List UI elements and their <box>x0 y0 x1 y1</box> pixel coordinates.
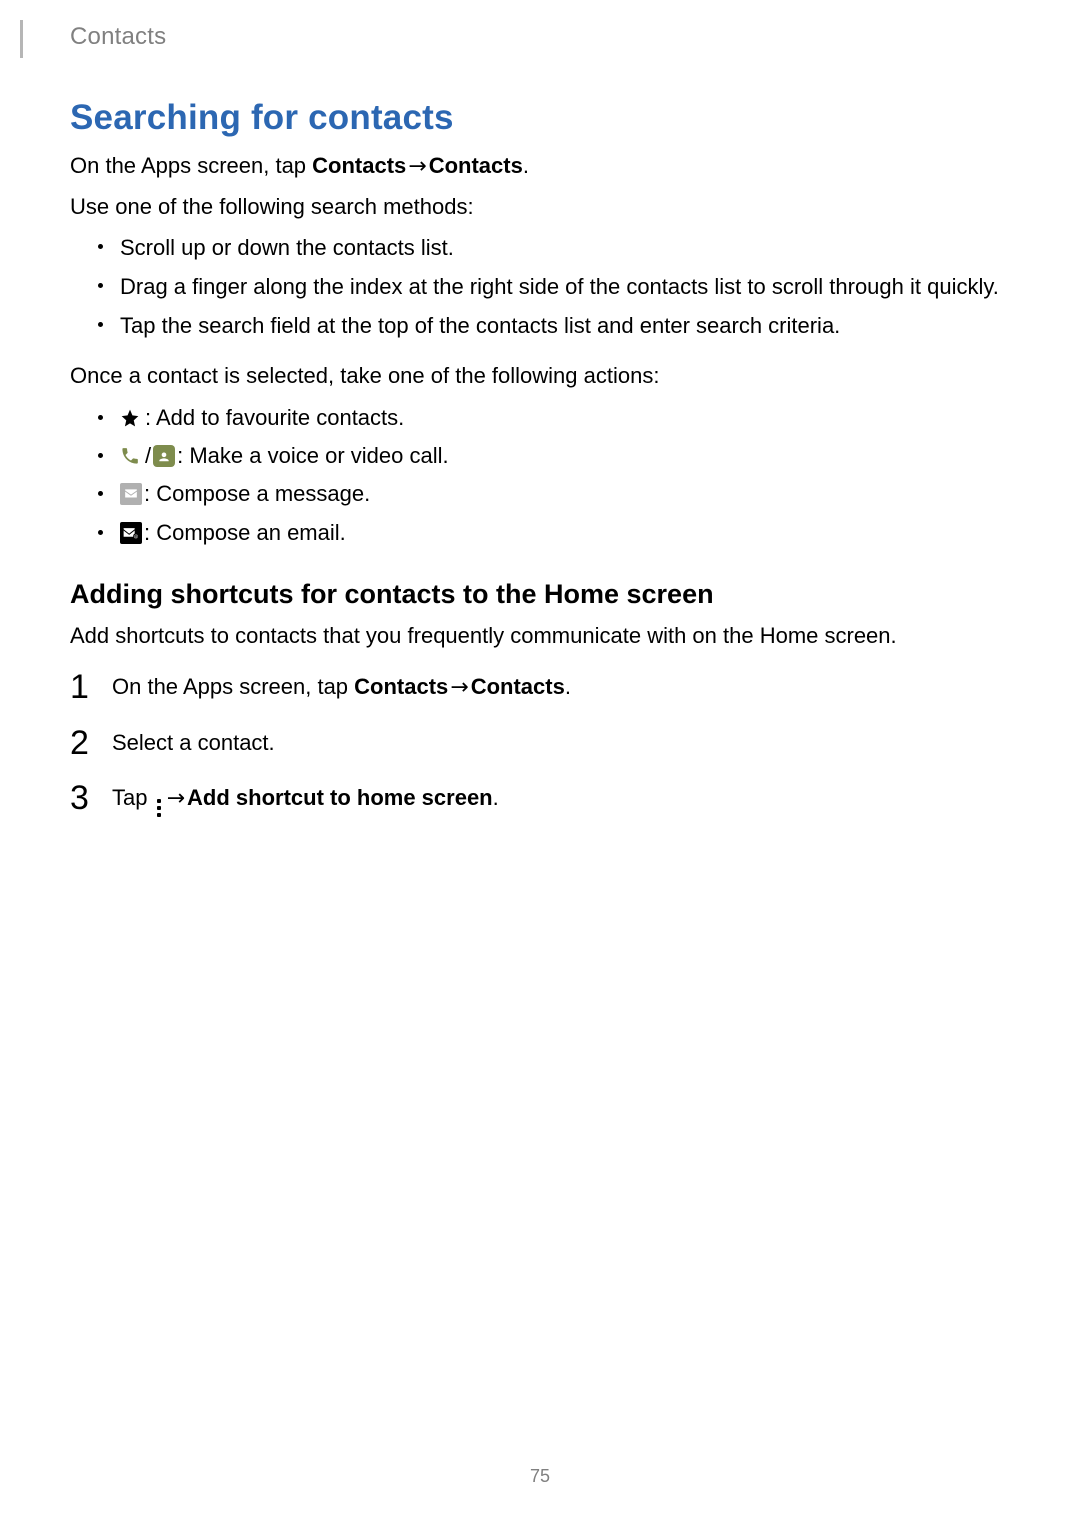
text-bold: Contacts <box>354 674 448 699</box>
text: : Compose an email. <box>144 515 346 551</box>
list-item: Drag a finger along the index at the rig… <box>98 270 1010 303</box>
list-item: : Compose a message. <box>98 476 1010 512</box>
list-item: Scroll up or down the contacts list. <box>98 231 1010 264</box>
arrow-icon: → <box>406 151 428 183</box>
text-bold: Add shortcut to home screen <box>187 785 493 810</box>
methods-intro: Use one of the following search methods: <box>70 191 1010 223</box>
step-item: Select a contact. <box>70 726 1010 759</box>
text-bold: Contacts <box>429 153 523 178</box>
list-item: @ : Compose an email. <box>98 515 1010 551</box>
phone-icon <box>120 446 140 466</box>
steps-list: On the Apps screen, tap Contacts → Conta… <box>70 670 1010 815</box>
actions-intro: Once a contact is selected, take one of … <box>70 360 1010 392</box>
actions-list: : Add to favourite contacts. / : Make a … <box>70 400 1010 551</box>
text: . <box>493 785 499 810</box>
text-bold: Contacts <box>312 153 406 178</box>
email-icon: @ <box>120 522 142 544</box>
star-icon <box>120 408 140 428</box>
text: . <box>523 153 529 178</box>
svg-text:@: @ <box>134 534 138 539</box>
text: : Make a voice or video call. <box>177 438 448 474</box>
step-item: On the Apps screen, tap Contacts → Conta… <box>70 670 1010 704</box>
text: : Compose a message. <box>144 476 370 512</box>
list-item: Tap the search field at the top of the c… <box>98 309 1010 342</box>
text-bold: Contacts <box>471 674 565 699</box>
text: : Add to favourite contacts. <box>145 400 404 436</box>
intro-line-1: On the Apps screen, tap Contacts → Conta… <box>70 150 1010 183</box>
methods-list: Scroll up or down the contacts list. Dra… <box>70 231 1010 342</box>
page-number: 75 <box>0 1466 1080 1487</box>
header-vertical-rule <box>20 20 23 58</box>
video-call-icon <box>153 445 175 467</box>
text: On the Apps screen, tap <box>70 153 312 178</box>
text: . <box>565 674 571 699</box>
more-options-icon <box>157 799 162 817</box>
arrow-icon: → <box>448 671 470 704</box>
text: Tap <box>112 785 154 810</box>
list-item: : Add to favourite contacts. <box>98 400 1010 436</box>
text: On the Apps screen, tap <box>112 674 354 699</box>
arrow-icon: → <box>165 782 187 815</box>
section-heading: Searching for contacts <box>70 98 1010 138</box>
text: / <box>145 438 151 474</box>
list-item: / : Make a voice or video call. <box>98 438 1010 474</box>
breadcrumb: Contacts <box>70 23 166 51</box>
sub-intro: Add shortcuts to contacts that you frequ… <box>70 620 1010 652</box>
sub-heading: Adding shortcuts for contacts to the Hom… <box>70 579 1010 610</box>
step-item: Tap → Add shortcut to home screen. <box>70 781 1010 815</box>
message-icon <box>120 483 142 505</box>
